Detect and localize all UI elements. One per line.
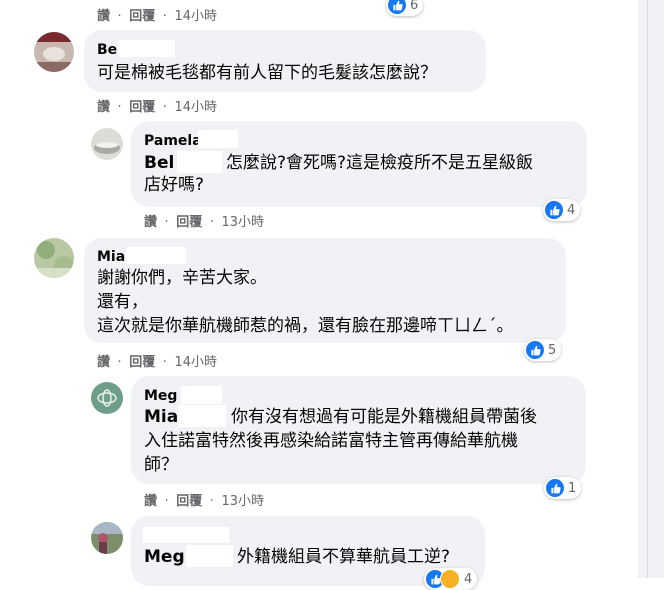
reaction-count: 6	[410, 0, 419, 13]
comment-text: Meg	[144, 546, 185, 568]
like-button[interactable]: 讚	[144, 215, 157, 230]
like-reaction-icon	[388, 0, 406, 14]
mentioned-user[interactable]: Mia	[144, 407, 178, 427]
comment-text: Mia	[144, 406, 178, 428]
comment-actions: 讚 · 回覆 · 13小時	[144, 494, 264, 509]
reaction-count: 4	[567, 202, 576, 218]
reaction-count: 1	[568, 480, 577, 496]
comment-text-line: 怎麼說?會死嗎?這是檢疫所不是五星級飯	[226, 153, 534, 173]
timestamp[interactable]: 13小時	[221, 215, 264, 230]
avatar[interactable]	[34, 32, 74, 72]
reaction-summary[interactable]: 4	[424, 568, 478, 590]
timestamp[interactable]: 14小時	[174, 100, 217, 115]
redacted-name-block	[198, 130, 238, 148]
reply-button[interactable]: 回覆	[129, 100, 155, 115]
comment-text-line: 外籍機組員不算華航員工逆?	[237, 547, 451, 567]
comment-text-line: 這次就是你華航機師惹的禍，還有臉在那邊啼ㄒㄩㄥˊ。	[97, 316, 514, 336]
like-reaction-icon	[526, 341, 544, 359]
like-button[interactable]: 讚	[97, 9, 110, 24]
redacted-name-block	[181, 386, 222, 404]
reaction-summary[interactable]: 6	[386, 0, 424, 16]
redacted-name-block	[178, 405, 226, 427]
avatar[interactable]	[91, 522, 123, 554]
reply-button[interactable]: 回覆	[129, 355, 155, 370]
like-button[interactable]: 讚	[144, 494, 157, 509]
comment-actions: 讚 · 回覆 · 14小時	[97, 9, 217, 24]
like-reaction-icon	[545, 201, 563, 219]
avatar[interactable]	[91, 128, 123, 160]
comment-text: 可是棉被毛毯都有前人留下的毛髮該怎麼說？	[97, 63, 437, 83]
comment-actions: 讚 · 回覆 · 14小時	[97, 100, 217, 115]
comment-text-line: 店好嗎?	[144, 175, 205, 195]
reaction-summary[interactable]: 1	[544, 477, 582, 499]
mentioned-user[interactable]: Bel	[144, 153, 174, 173]
redacted-name-block	[186, 545, 233, 567]
like-button[interactable]: 讚	[97, 355, 110, 370]
scrollbar-track[interactable]	[647, 0, 648, 578]
comment-text-line: 你有沒有想過有可能是外籍機組員帶菌後	[231, 407, 537, 427]
commenter-name[interactable]: Mia	[97, 249, 125, 265]
redacted-name-block	[126, 247, 186, 264]
reply-button[interactable]: 回覆	[129, 9, 155, 24]
commenter-name[interactable]: Pamela	[144, 133, 202, 149]
redacted-name-block	[118, 40, 175, 57]
redacted-name-block	[177, 151, 222, 173]
commenter-name[interactable]: Meg	[144, 388, 177, 404]
reaction-summary[interactable]: 4	[543, 199, 581, 221]
scrollbar[interactable]	[638, 0, 664, 578]
comment-text-line: 入住諾富特然後再感染給諾富特主管再傳給華航機	[144, 431, 518, 451]
comment-text: Bel	[144, 152, 174, 174]
reply-button[interactable]: 回覆	[176, 215, 202, 230]
like-reaction-icon	[546, 479, 564, 497]
avatar[interactable]	[34, 238, 74, 278]
redacted-name-block	[143, 527, 229, 543]
timestamp[interactable]: 14小時	[174, 355, 217, 370]
haha-reaction-icon	[440, 569, 460, 589]
comment-text-line: 謝謝你們，辛苦大家。	[97, 268, 267, 288]
comment-actions: 讚 · 回覆 · 14小時	[97, 355, 217, 370]
reply-button[interactable]: 回覆	[176, 494, 202, 509]
timestamp[interactable]: 13小時	[221, 494, 264, 509]
timestamp[interactable]: 14小時	[174, 9, 217, 24]
comment-text-line: 師？	[144, 455, 178, 475]
comment-actions: 讚 · 回覆 · 13小時	[144, 215, 264, 230]
reaction-count: 5	[548, 342, 557, 358]
comment-text-line: 還有，	[97, 292, 148, 312]
avatar[interactable]	[91, 382, 123, 414]
reaction-summary[interactable]: 5	[524, 339, 562, 361]
mentioned-user[interactable]: Meg	[144, 547, 185, 567]
like-button[interactable]: 讚	[97, 100, 110, 115]
commenter-name[interactable]: Be	[97, 42, 117, 58]
reaction-count: 4	[464, 571, 473, 587]
